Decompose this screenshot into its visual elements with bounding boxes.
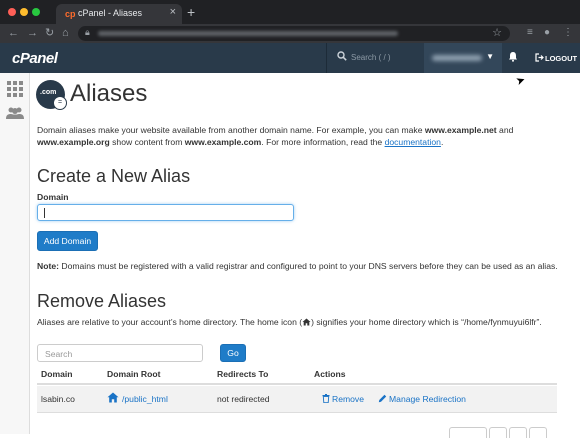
user-menu[interactable]: ▼	[424, 43, 502, 73]
remove-aliases-heading: Remove Aliases	[37, 291, 167, 311]
minimize-window-icon[interactable]	[20, 8, 28, 16]
alias-domain: lsabin.co	[41, 394, 75, 404]
cpanel-header: cPanel Search ( / ) ▼ LOGOUT	[0, 43, 580, 73]
address-bar[interactable]: 🔒︎ ☆	[78, 26, 510, 41]
column-header-domain-root[interactable]: Domain Root	[107, 369, 160, 379]
lock-icon: 🔒︎	[85, 27, 90, 37]
page-title: Aliases	[70, 80, 148, 107]
new-tab-icon[interactable]: +	[187, 4, 195, 20]
cpanel-favicon-icon: cp	[65, 9, 76, 19]
username-redacted	[432, 55, 482, 61]
browser-menu-icon[interactable]: ⋮	[563, 26, 573, 40]
go-button[interactable]: Go	[220, 344, 246, 362]
pagination-control[interactable]	[489, 427, 507, 438]
header-search[interactable]: Search ( / )	[326, 43, 425, 73]
pagination-control[interactable]	[509, 427, 527, 438]
close-tab-icon[interactable]: ×	[170, 6, 176, 18]
alias-search-input[interactable]: Search	[37, 344, 203, 362]
create-alias-heading: Create a New Alias	[37, 166, 191, 186]
url-redacted	[98, 31, 398, 36]
manage-redirection-link[interactable]: Manage Redirection	[389, 394, 466, 404]
domain-input[interactable]	[37, 204, 294, 221]
cpanel-logo[interactable]: cPanel	[12, 50, 58, 67]
bell-icon[interactable]	[508, 51, 518, 65]
text-caret	[44, 208, 45, 218]
logout-icon[interactable]	[535, 53, 544, 64]
column-header-redirects-to[interactable]: Redirects To	[217, 369, 268, 379]
back-icon[interactable]: ←	[8, 26, 19, 40]
domain-note: Note: Domains must be registered with a …	[37, 261, 558, 271]
browser-tab[interactable]: cp cPanel - Aliases ×	[56, 4, 182, 24]
maximize-window-icon[interactable]	[32, 8, 40, 16]
browser-tab-bar: cp cPanel - Aliases × +	[0, 0, 580, 24]
sidebar	[0, 73, 30, 434]
profile-icon[interactable]: ●	[544, 26, 550, 40]
home-icon	[302, 318, 311, 326]
browser-toolbar: ← → ↻ ⌂ 🔒︎ ☆ ≡ ● ⋮	[0, 24, 580, 43]
pagination-control[interactable]	[529, 427, 547, 438]
extension-icon[interactable]: ≡	[527, 26, 533, 40]
trash-icon[interactable]	[322, 394, 330, 403]
home-icon[interactable]: ⌂	[62, 26, 69, 40]
mouse-cursor-icon: ➤	[514, 73, 528, 89]
remove-link[interactable]: Remove	[332, 394, 364, 404]
logout-link[interactable]: LOGOUT	[545, 54, 577, 63]
chevron-down-icon: ▼	[486, 52, 494, 61]
close-window-icon[interactable]	[8, 8, 16, 16]
column-header-actions: Actions	[314, 369, 346, 379]
forward-icon[interactable]: →	[27, 26, 38, 40]
column-header-domain[interactable]: Domain	[41, 369, 73, 379]
bookmark-star-icon[interactable]: ☆	[492, 26, 502, 39]
pagination-control[interactable]	[449, 427, 487, 438]
documentation-link[interactable]: documentation	[385, 137, 441, 147]
header-search-placeholder: Search ( / )	[351, 53, 391, 62]
app-grid-icon[interactable]	[7, 81, 23, 97]
search-icon	[337, 51, 347, 64]
users-icon[interactable]	[6, 106, 24, 120]
domain-root-link[interactable]: /public_html	[122, 394, 168, 404]
tab-title: cPanel - Aliases	[78, 8, 143, 18]
domain-label: Domain	[37, 192, 69, 202]
aliases-icon: .com =	[36, 80, 67, 110]
intro-text: Domain aliases make your website availab…	[37, 125, 514, 147]
redirect-status: not redirected	[217, 394, 270, 404]
home-icon	[107, 392, 119, 403]
table-row: lsabin.co /public_html not redirected Re…	[37, 386, 557, 413]
pencil-icon[interactable]	[378, 394, 387, 403]
add-domain-button[interactable]: Add Domain	[37, 231, 98, 251]
home-directory-hint: Aliases are relative to your account’s h…	[37, 317, 542, 327]
reload-icon[interactable]: ↻	[45, 26, 54, 40]
